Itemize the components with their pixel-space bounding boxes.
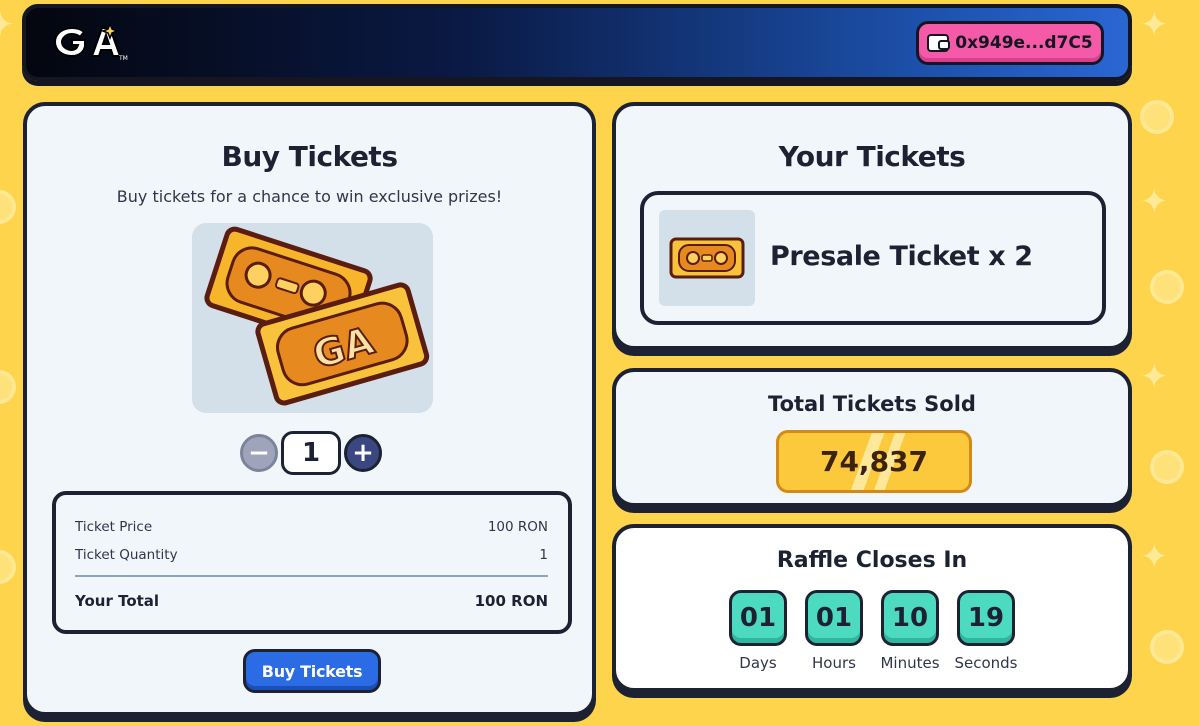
countdown-days-value: 01 xyxy=(729,590,787,646)
ticket-price-value: 100 RON xyxy=(487,519,548,535)
total-label: Your Total xyxy=(75,592,160,610)
total-value: 100 RON xyxy=(474,592,548,610)
countdown-seconds-label: Seconds xyxy=(954,654,1018,672)
ticket-price-label: Ticket Price xyxy=(75,519,153,535)
sparkle-icon: ✦ xyxy=(1140,182,1169,222)
coin-icon xyxy=(1140,100,1174,134)
ticket-thumbnail xyxy=(659,210,755,306)
raffle-countdown-card: Raffle Closes In 01 Days 01 Hours 10 Min… xyxy=(612,524,1132,692)
order-summary: Ticket Price 100 RON Ticket Quantity 1 Y… xyxy=(52,491,572,634)
logo[interactable]: TM xyxy=(50,22,130,62)
raffle-title: Raffle Closes In xyxy=(776,548,968,573)
countdown-seconds-value: 19 xyxy=(957,590,1015,646)
countdown-minutes: 10 Minutes xyxy=(880,590,940,672)
total-row: Your Total 100 RON xyxy=(75,587,548,615)
quantity-stepper: − 1 + xyxy=(240,431,382,475)
coin-icon xyxy=(0,550,16,584)
coin-icon xyxy=(1150,270,1184,304)
sparkle-icon: ✦ xyxy=(1140,357,1169,397)
coin-icon xyxy=(0,190,16,224)
coin-icon xyxy=(0,370,16,404)
tickets-sold-value: 74,837 xyxy=(776,430,972,493)
decrease-quantity-button[interactable]: − xyxy=(240,434,278,472)
owned-ticket-label: Presale Ticket x 2 xyxy=(770,241,1033,272)
plus-icon: + xyxy=(352,438,374,468)
countdown-timer: 01 Days 01 Hours 10 Minutes 19 Seconds xyxy=(728,590,1018,672)
top-bar: TM 0x949e...d7C5 xyxy=(22,4,1132,81)
owned-ticket-item: Presale Ticket x 2 xyxy=(640,191,1106,325)
wallet-button[interactable]: 0x949e...d7C5 xyxy=(916,21,1104,65)
sparkle-icon: ✦ xyxy=(1140,5,1169,45)
wallet-icon xyxy=(927,34,951,52)
increase-quantity-button[interactable]: + xyxy=(344,434,382,472)
countdown-days-label: Days xyxy=(739,654,777,672)
ticket-price-row: Ticket Price 100 RON xyxy=(75,513,548,541)
coin-icon xyxy=(1150,450,1184,484)
ticket-quantity-value: 1 xyxy=(539,547,548,563)
coin-icon xyxy=(1150,630,1184,664)
tickets-sold-title: Total Tickets Sold xyxy=(768,392,976,416)
summary-divider xyxy=(75,575,548,577)
countdown-minutes-value: 10 xyxy=(881,590,939,646)
sparkle-icon: ✦ xyxy=(0,5,15,45)
buy-tickets-button[interactable]: Buy Tickets xyxy=(243,649,381,693)
countdown-hours-value: 01 xyxy=(805,590,863,646)
countdown-seconds: 19 Seconds xyxy=(954,590,1018,672)
ticket-image: GA xyxy=(192,223,433,413)
countdown-hours: 01 Hours xyxy=(804,590,864,672)
quantity-input[interactable]: 1 xyxy=(281,431,341,475)
buy-tickets-subtitle: Buy tickets for a chance to win exclusiv… xyxy=(116,187,503,206)
svg-text:TM: TM xyxy=(118,55,128,62)
minus-icon: − xyxy=(248,438,270,468)
buy-tickets-card: Buy Tickets Buy tickets for a chance to … xyxy=(23,102,596,716)
ticket-icon xyxy=(669,237,745,279)
countdown-days: 01 Days xyxy=(728,590,788,672)
countdown-minutes-label: Minutes xyxy=(880,654,940,672)
ga-logo-icon: TM xyxy=(53,22,128,62)
countdown-hours-label: Hours xyxy=(812,654,856,672)
buy-tickets-title: Buy Tickets xyxy=(221,140,398,173)
your-tickets-title: Your Tickets xyxy=(778,140,966,173)
tickets-sold-card: Total Tickets Sold 74,837 xyxy=(612,368,1132,507)
your-tickets-card: Your Tickets Presale Ticket x 2 xyxy=(612,102,1132,350)
wallet-address: 0x949e...d7C5 xyxy=(955,33,1093,53)
ticket-illustration-icon: GA xyxy=(204,226,430,406)
sparkle-icon: ✦ xyxy=(1140,537,1169,577)
ticket-quantity-label: Ticket Quantity xyxy=(75,547,178,563)
ticket-quantity-row: Ticket Quantity 1 xyxy=(75,541,548,569)
